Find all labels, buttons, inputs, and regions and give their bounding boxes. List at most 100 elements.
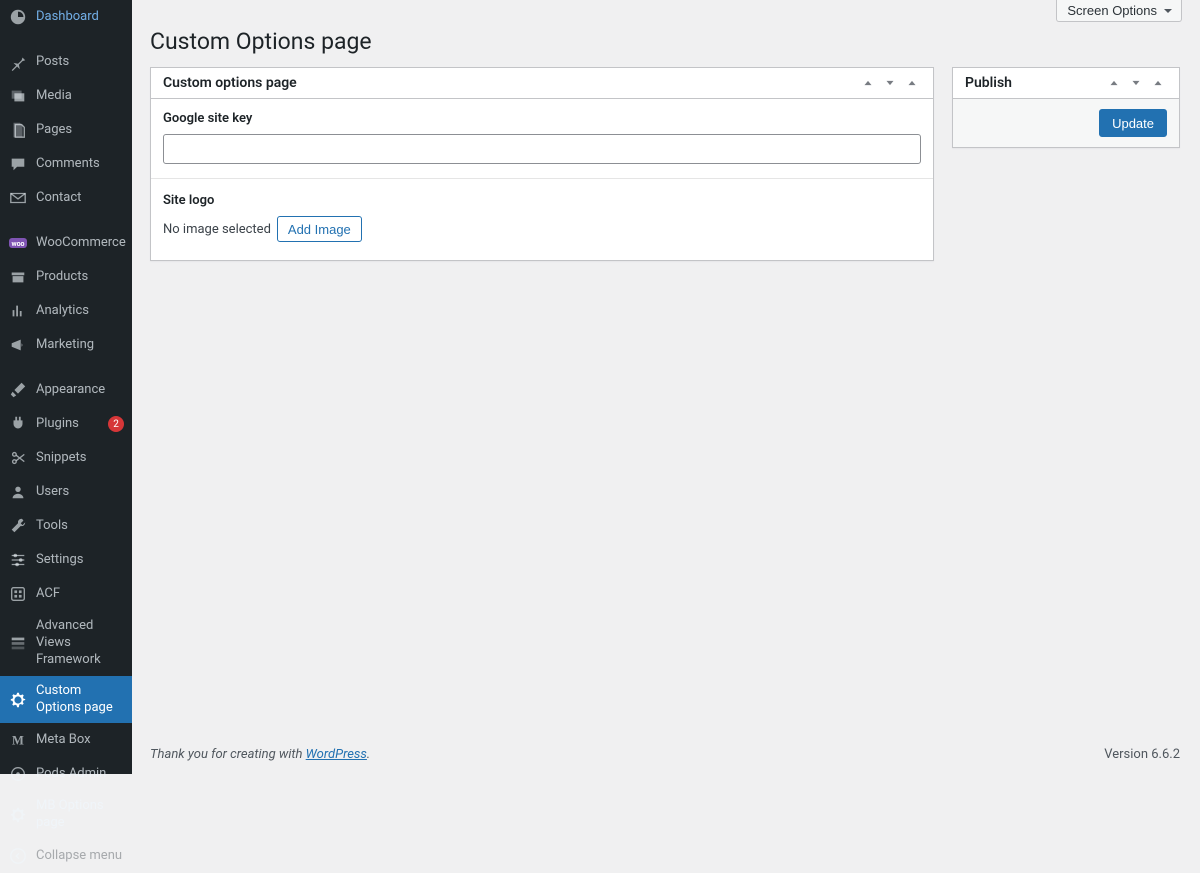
admin-footer: Thank you for creating with WordPress. V… <box>132 735 1200 774</box>
toggle-panel-icon[interactable] <box>903 74 921 92</box>
media-icon <box>8 86 28 106</box>
sidebar-separator <box>0 362 132 367</box>
sidebar-item-tools[interactable]: Tools <box>0 509 132 543</box>
chart-icon <box>8 301 28 321</box>
svg-text:woo: woo <box>11 240 24 248</box>
sidebar-item-settings[interactable]: Settings <box>0 543 132 577</box>
brush-icon <box>8 380 28 400</box>
archive-icon <box>8 267 28 287</box>
sidebar-item-plugins[interactable]: Plugins 2 <box>0 407 132 441</box>
main-content: Screen Options Custom Options page Custo… <box>132 0 1200 774</box>
sidebar-item-appearance[interactable]: Appearance <box>0 373 132 407</box>
sidebar-item-pages[interactable]: Pages <box>0 113 132 147</box>
sidebar-item-label: Plugins <box>36 416 96 433</box>
screen-options-label: Screen Options <box>1067 3 1157 18</box>
plug-icon <box>8 414 28 434</box>
move-up-icon[interactable] <box>859 74 877 92</box>
wordpress-link[interactable]: WordPress <box>306 747 367 762</box>
no-image-text: No image selected <box>163 222 271 237</box>
sidebar-item-label: Posts <box>36 54 124 71</box>
pages-icon <box>8 120 28 140</box>
user-icon <box>8 482 28 502</box>
gear-icon <box>8 690 28 710</box>
sidebar-item-woocommerce[interactable]: woo WooCommerce <box>0 226 132 260</box>
collapse-menu-button[interactable]: Collapse menu <box>0 839 132 873</box>
metabox-icon: M <box>8 730 28 750</box>
sidebar-item-label: Products <box>36 269 124 286</box>
move-down-icon[interactable] <box>1127 74 1145 92</box>
collapse-icon <box>8 846 28 866</box>
sidebar-item-dashboard[interactable]: Dashboard <box>0 0 132 34</box>
sidebar-item-snippets[interactable]: Snippets <box>0 441 132 475</box>
sidebar-item-label: Settings <box>36 552 124 569</box>
google-site-key-label: Google site key <box>163 111 921 126</box>
dashboard-icon <box>8 7 28 27</box>
toggle-panel-icon[interactable] <box>1149 74 1167 92</box>
sidebar-item-pods[interactable]: Pods Admin <box>0 757 132 791</box>
sidebar-item-label: Snippets <box>36 450 124 467</box>
site-logo-label: Site logo <box>163 193 921 208</box>
add-image-button[interactable]: Add Image <box>277 216 362 242</box>
pin-icon <box>8 52 28 72</box>
sidebar-item-label: ACF <box>36 586 124 603</box>
wrench-icon <box>8 516 28 536</box>
sidebar-item-label: Pages <box>36 122 124 139</box>
publish-title: Publish <box>965 75 1012 91</box>
move-up-icon[interactable] <box>1105 74 1123 92</box>
sidebar-item-label: Users <box>36 484 124 501</box>
google-site-key-input[interactable] <box>163 134 921 164</box>
sidebar-item-label: Pods Admin <box>36 766 124 783</box>
footer-thankyou: Thank you for creating with WordPress. <box>150 747 370 762</box>
sidebar-separator <box>0 34 132 39</box>
sidebar-item-acf[interactable]: ACF <box>0 577 132 611</box>
sidebar-item-label: Advanced Views Framework <box>36 618 124 669</box>
plugin-update-badge: 2 <box>108 416 124 432</box>
sidebar-item-label: Marketing <box>36 337 124 354</box>
page-title: Custom Options page <box>150 22 1180 67</box>
version-label: Version 6.6.2 <box>1104 747 1180 762</box>
avf-icon <box>8 633 28 653</box>
sidebar-item-marketing[interactable]: Marketing <box>0 328 132 362</box>
sidebar-item-contact[interactable]: Contact <box>0 181 132 215</box>
gear-icon <box>8 805 28 825</box>
sidebar-item-metabox[interactable]: M Meta Box <box>0 723 132 757</box>
metabox-title: Custom options page <box>163 75 297 91</box>
sidebar-item-label: Contact <box>36 190 124 207</box>
sidebar-item-label: Analytics <box>36 303 124 320</box>
sidebar-item-label: Appearance <box>36 382 124 399</box>
sidebar-item-advanced-views[interactable]: Advanced Views Framework <box>0 611 132 676</box>
envelope-icon <box>8 188 28 208</box>
sidebar-item-label: Meta Box <box>36 732 124 749</box>
scissors-icon <box>8 448 28 468</box>
sidebar-item-posts[interactable]: Posts <box>0 45 132 79</box>
sidebar-item-mb-options[interactable]: MB Options page <box>0 791 132 839</box>
screen-options-button[interactable]: Screen Options <box>1056 0 1182 22</box>
sidebar-item-label: Tools <box>36 518 124 535</box>
sidebar-item-products[interactable]: Products <box>0 260 132 294</box>
sidebar-item-label: Custom Options page <box>36 683 124 717</box>
sidebar-item-comments[interactable]: Comments <box>0 147 132 181</box>
sidebar-item-label: Comments <box>36 156 124 173</box>
sidebar-item-label: Media <box>36 88 124 105</box>
sidebar-separator <box>0 215 132 220</box>
sidebar-item-users[interactable]: Users <box>0 475 132 509</box>
sliders-icon <box>8 550 28 570</box>
triangle-down-icon <box>1163 6 1173 16</box>
comment-icon <box>8 154 28 174</box>
svg-text:M: M <box>12 734 24 748</box>
megaphone-icon <box>8 335 28 355</box>
sidebar-item-label: WooCommerce <box>36 235 126 252</box>
sidebar-item-analytics[interactable]: Analytics <box>0 294 132 328</box>
sidebar-item-media[interactable]: Media <box>0 79 132 113</box>
acf-icon <box>8 584 28 604</box>
woo-icon: woo <box>8 233 28 253</box>
sidebar-item-custom-options[interactable]: Custom Options page <box>0 676 132 724</box>
pods-icon <box>8 764 28 784</box>
update-button[interactable]: Update <box>1099 109 1167 137</box>
publish-metabox: Publish Update <box>952 67 1180 148</box>
collapse-label: Collapse menu <box>36 848 124 865</box>
sidebar-item-label: Dashboard <box>36 9 124 26</box>
custom-options-metabox: Custom options page Google site key <box>150 67 934 261</box>
move-down-icon[interactable] <box>881 74 899 92</box>
sidebar-item-label: MB Options page <box>36 798 124 832</box>
